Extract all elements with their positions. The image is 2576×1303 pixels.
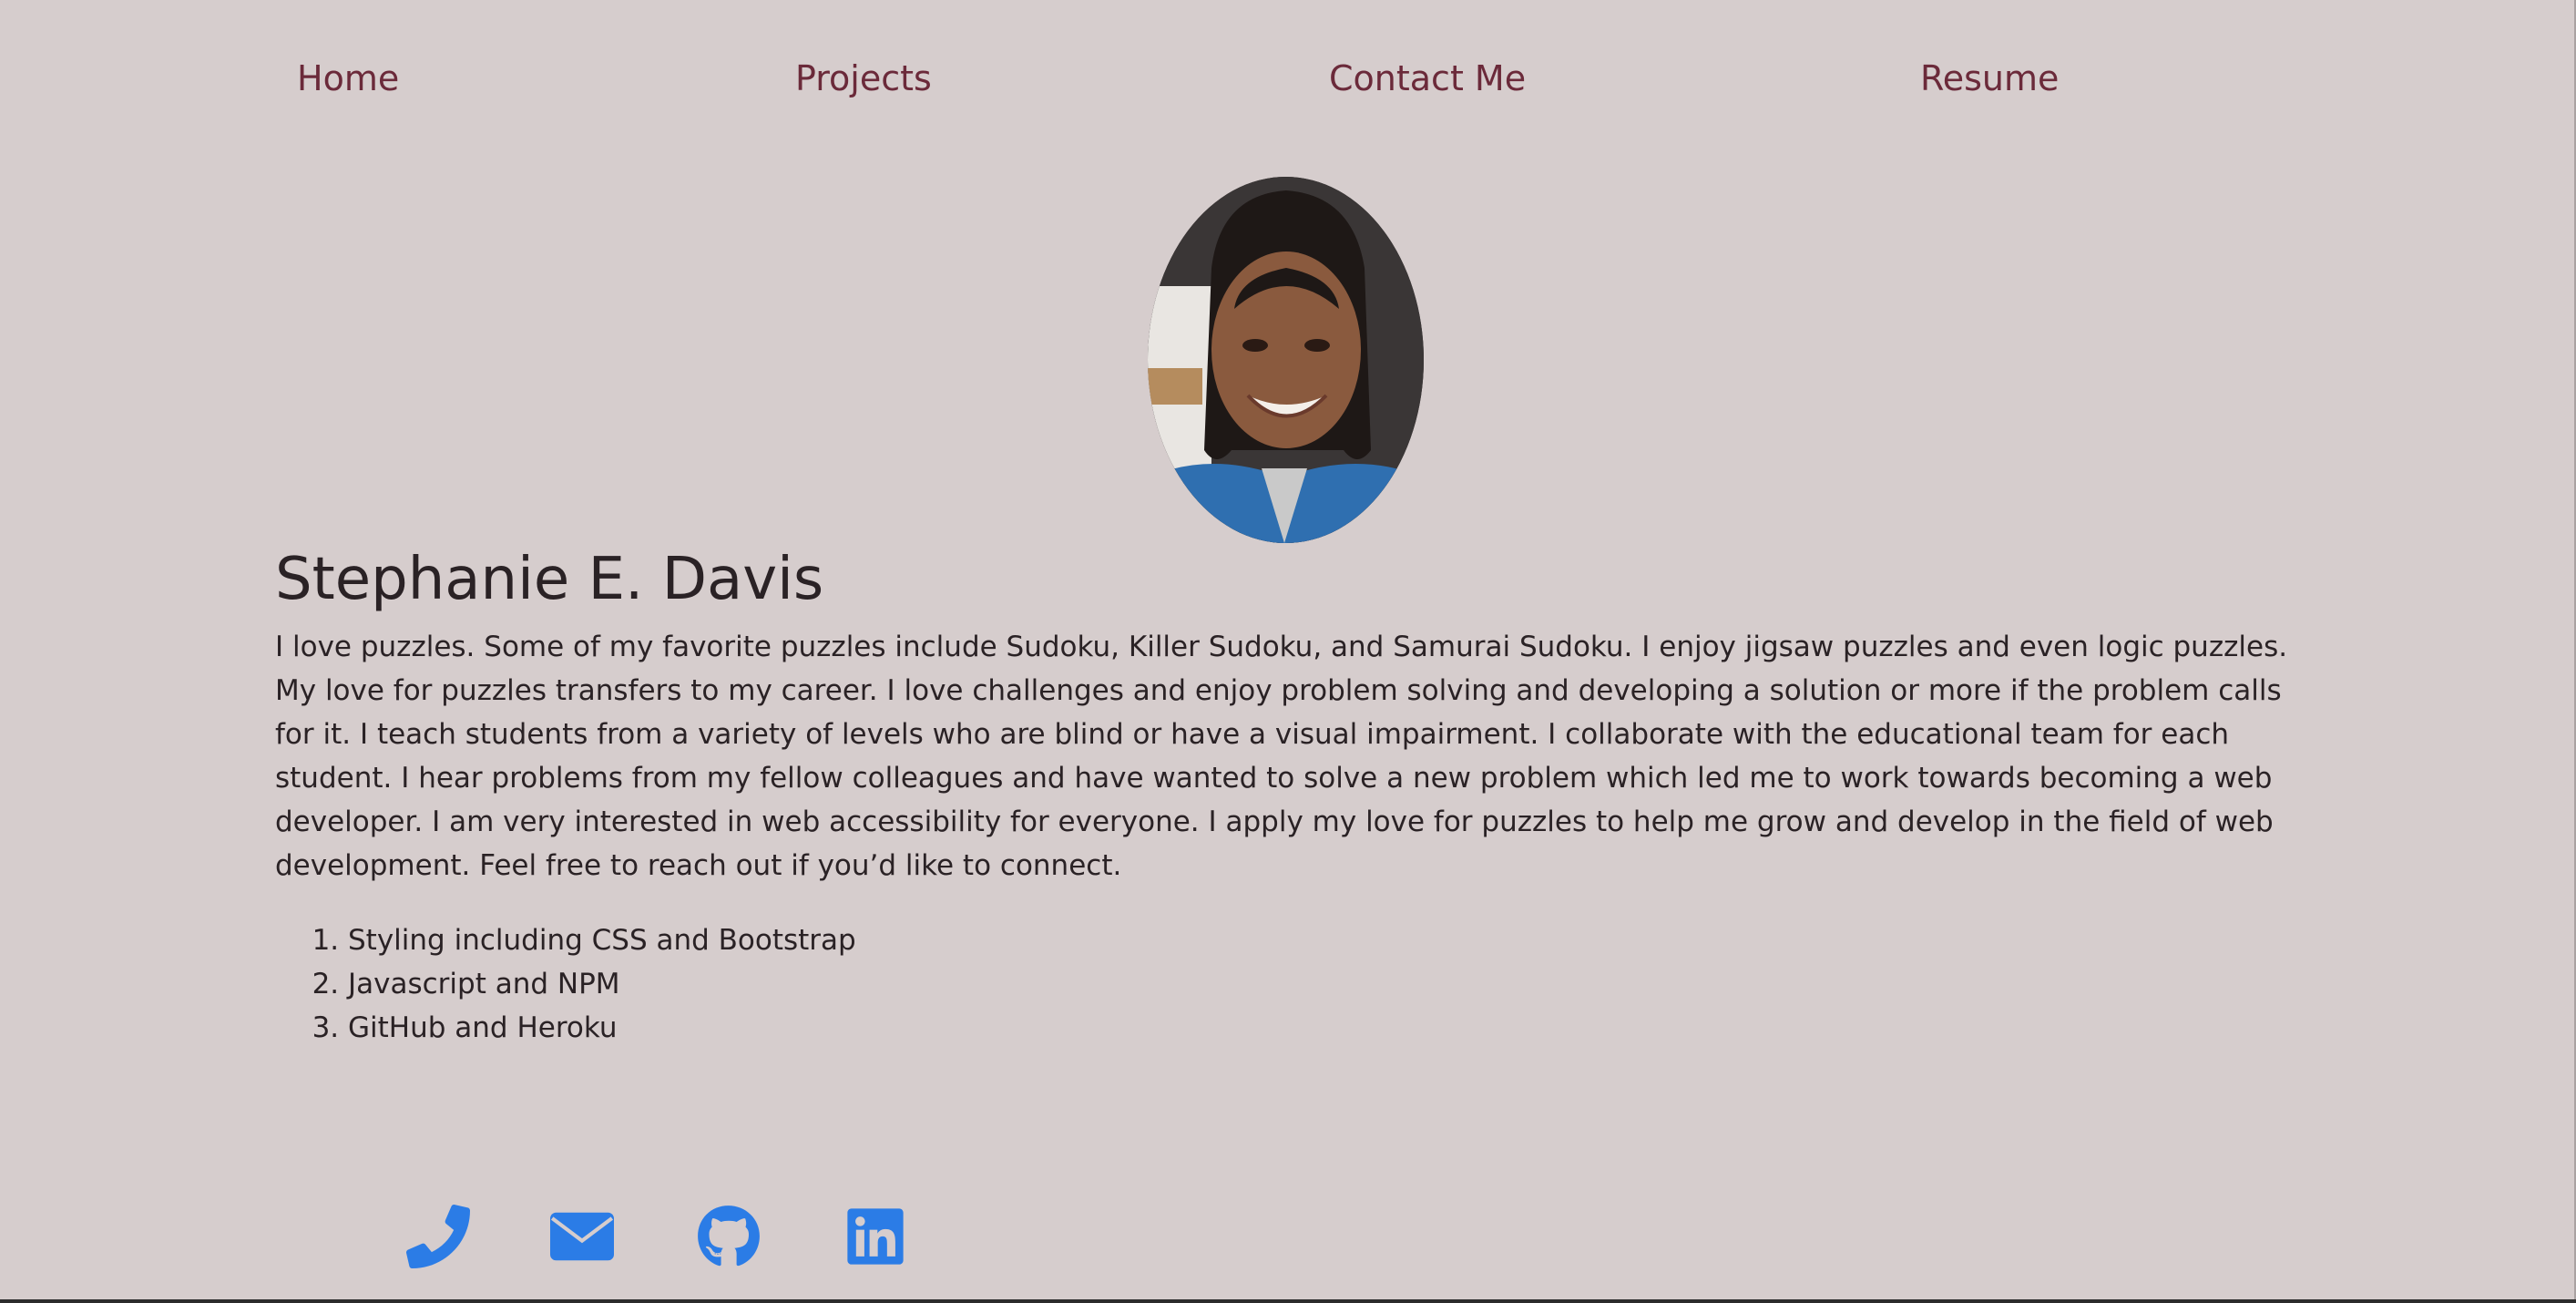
profile-name: Stephanie E. Davis (275, 546, 824, 613)
nav-projects-link[interactable]: Projects (795, 51, 932, 106)
skills-list-item: Styling including CSS and Bootstrap (348, 918, 1623, 962)
nav-home-link[interactable]: Home (297, 51, 399, 106)
profile-photo-illustration (1148, 177, 1424, 543)
nav-resume-link[interactable]: Resume (1920, 51, 2059, 106)
envelope-icon (550, 1212, 614, 1261)
main-nav: Home Projects Contact Me Resume (0, 51, 2576, 106)
github-icon (698, 1206, 760, 1267)
github-link[interactable] (697, 1205, 761, 1268)
nav-contact-link[interactable]: Contact Me (1329, 51, 1526, 106)
skills-list: Styling including CSS and Bootstrap Java… (275, 918, 1623, 1050)
email-link[interactable] (550, 1205, 614, 1268)
window-bottom-edge (0, 1299, 2576, 1303)
linkedin-icon (847, 1208, 904, 1265)
social-links (0, 1205, 2576, 1268)
profile-bio: I love puzzles. Some of my favorite puzz… (275, 631, 2288, 882)
skills-list-item: Javascript and NPM (348, 962, 1623, 1006)
phone-icon (406, 1205, 470, 1268)
skills-list-item: GitHub and Heroku (348, 1006, 1623, 1050)
phone-link[interactable] (406, 1205, 470, 1268)
profile-photo (1148, 177, 1424, 543)
linkedin-link[interactable] (843, 1205, 907, 1268)
